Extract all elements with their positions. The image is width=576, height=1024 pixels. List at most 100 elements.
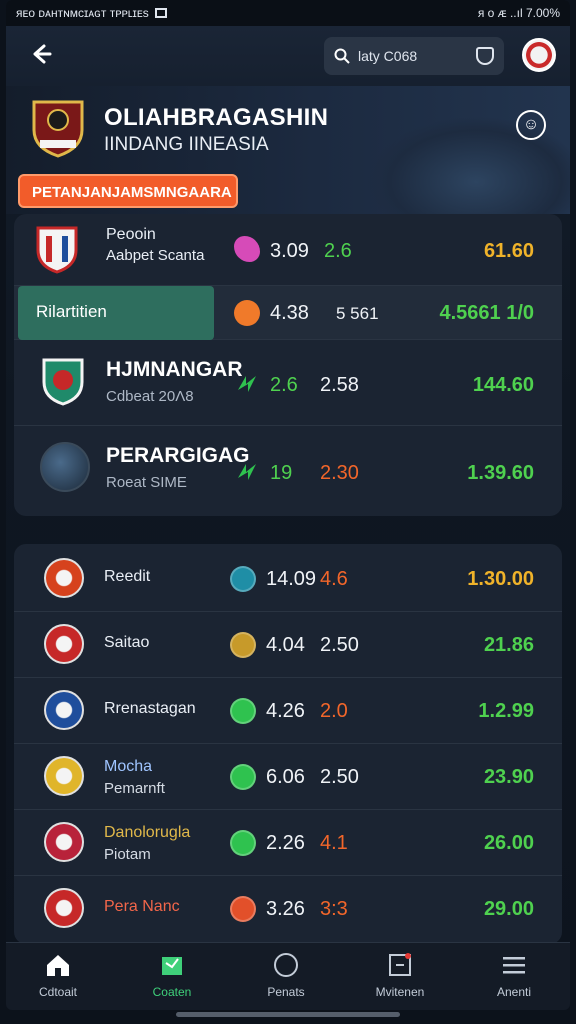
hero-banner: OLIAHBRAGASHIN IINDANG IINEASIA ☺ PETANJ… xyxy=(6,86,570,214)
team-logo-icon xyxy=(44,690,84,730)
hero-title: OLIAHBRAGASHIN xyxy=(104,104,329,131)
odds-change: 2.50 xyxy=(320,634,359,656)
odds-change: 2.50 xyxy=(320,766,359,788)
team-name: Danolorugla xyxy=(104,824,191,841)
odds-value[interactable]: 4.26 xyxy=(266,700,305,723)
odds-value[interactable]: 2.58 xyxy=(320,374,359,397)
total-value: 21.86 xyxy=(483,634,534,656)
status-right-text: ᴙ ᴏ ᴁ ..ıl 7.00% xyxy=(477,6,560,20)
odds-value[interactable]: 14.09 xyxy=(266,568,316,591)
match-list-card: Reedit 14.09 4.6 1.30.00 Saitao 4.04 2.50 21.86… xyxy=(14,544,562,944)
back-arrow-icon[interactable] xyxy=(26,40,54,68)
team-logo-icon xyxy=(44,822,84,862)
shield-icon[interactable] xyxy=(476,47,494,65)
category-icon xyxy=(230,764,256,790)
nav-label: Penats xyxy=(267,985,305,999)
list-item[interactable]: Saitao 4.04 2.50 21.86 xyxy=(14,612,562,678)
category-icon xyxy=(230,566,256,592)
screenshot-icon xyxy=(154,8,167,18)
team-name: Pera Nanc xyxy=(104,898,180,915)
total-value: 29.00 xyxy=(483,898,534,920)
odds-change: 2.6 xyxy=(324,240,352,262)
trend-up-icon xyxy=(238,376,256,392)
nav-item-notice[interactable]: Mvitenen xyxy=(350,951,450,999)
list-item[interactable]: Rrenastagan 4.26 2.0 1.2.99 xyxy=(14,678,562,744)
status-left: ᴙᴇᴏ ᴅᴀʜᴛɴᴍᴄɪᴀɢᴛ ᴛᴘᴘʟɪᴇs xyxy=(16,6,167,20)
category-icon xyxy=(230,830,256,856)
odds-change: 2.6 xyxy=(270,374,298,396)
nav-item-menu[interactable]: Anenti xyxy=(464,951,564,999)
featured-card: Peooin Aabpet Scanta 3.09 2.6 61.60 Rila… xyxy=(14,214,562,516)
trend-up-icon xyxy=(238,464,256,480)
team-logo-icon xyxy=(36,226,78,274)
status-bar: ᴙᴇᴏ ᴅᴀʜᴛɴᴍᴄɪᴀɢᴛ ᴛᴘᴘʟɪᴇs ᴙ ᴏ ᴁ ..ıl 7.00% xyxy=(6,0,570,26)
profile-avatar[interactable] xyxy=(522,38,556,72)
odds-value[interactable]: 4.04 xyxy=(266,634,305,657)
total-value: 4.5661 1/0 xyxy=(439,302,534,324)
team-name: Mocha xyxy=(104,758,153,775)
odds-value[interactable]: 2.30 xyxy=(320,462,359,485)
status-left-text: ᴙᴇᴏ ᴅᴀʜᴛɴᴍᴄɪᴀɢᴛ ᴛᴘᴘʟɪᴇs xyxy=(16,6,149,20)
odds-value[interactable]: 3.09 xyxy=(270,240,309,263)
total-value: 144.60 xyxy=(472,374,534,396)
list-item[interactable]: Danolorugla Piotam 2.26 4.1 26.00 xyxy=(14,810,562,876)
nav-item-card[interactable]: Coaten xyxy=(122,951,222,999)
category-icon xyxy=(234,236,260,262)
total-value: 1.39.60 xyxy=(467,462,534,484)
team-subtitle: Cdbeat 20Ʌ8 xyxy=(106,388,194,405)
odds-value[interactable]: 6.06 xyxy=(266,766,305,789)
list-item[interactable]: PERARGIGAG Roeat SIME 19 2.30 1.39.60 xyxy=(14,426,562,516)
list-item[interactable]: Peooin Aabpet Scanta 3.09 2.6 61.60 xyxy=(14,214,562,286)
odds-value[interactable]: 2.26 xyxy=(266,832,305,855)
team-subtitle: Aabpet Scanta xyxy=(106,247,205,264)
odds-change: 19 xyxy=(270,462,293,484)
total-value: 23.90 xyxy=(483,766,534,788)
highlight-tab[interactable]: Rilartitien xyxy=(18,286,214,340)
team-logo-icon xyxy=(44,558,84,598)
notice-icon xyxy=(389,953,411,976)
bottom-nav: Cdtoait Coaten Penats Mvitenen Anenti xyxy=(6,942,570,1010)
team-name: Peooin xyxy=(106,226,156,243)
app-bar: laty C068 xyxy=(6,26,570,86)
player-avatar xyxy=(40,442,90,492)
list-item[interactable]: Mocha Pemarnft 6.06 2.50 23.90 xyxy=(14,744,562,810)
total-value: 61.60 xyxy=(483,240,534,262)
category-icon xyxy=(234,300,260,326)
team-name: Reedit xyxy=(104,568,151,585)
search-bar[interactable]: laty C068 xyxy=(324,37,504,75)
category-icon xyxy=(230,698,256,724)
odds-value[interactable]: 3.26 xyxy=(266,898,305,921)
team-name: HJMNANGAR xyxy=(106,358,243,381)
team-name: Rrenastagan xyxy=(104,700,196,717)
home-indicator xyxy=(176,1012,400,1017)
list-item[interactable]: Rilartitien 4.38 5 561 4.5661 1/0 xyxy=(14,286,562,340)
team-subtitle: Roeat SIME xyxy=(106,474,187,491)
odds-change: 3:3 xyxy=(320,898,348,920)
team-logo-icon xyxy=(44,756,84,796)
app-frame: ᴙᴇᴏ ᴅᴀʜᴛɴᴍᴄɪᴀɢᴛ ᴛᴘᴘʟɪᴇs ᴙ ᴏ ᴁ ..ıl 7.00%… xyxy=(6,0,570,1010)
smiley-icon[interactable]: ☺ xyxy=(516,110,546,140)
team-name: PERARGIGAG xyxy=(106,444,250,467)
nav-item-circle[interactable]: Penats xyxy=(236,951,336,999)
menu-icon xyxy=(503,957,525,974)
odds-change: 5 561 xyxy=(336,304,379,323)
promo-badge[interactable]: PETANJANJAMSMNGAARA xyxy=(18,174,238,208)
odds-value[interactable]: 4.38 xyxy=(270,302,309,325)
team-name: Saitao xyxy=(104,634,150,651)
search-icon xyxy=(334,48,350,64)
nav-label: Cdtoait xyxy=(38,985,78,999)
team-logo-icon xyxy=(44,624,84,664)
card-icon xyxy=(162,957,182,975)
list-item[interactable]: Reedit 14.09 4.6 1.30.00 xyxy=(14,546,562,612)
highlight-label: Rilartitien xyxy=(36,302,107,321)
odds-change: 4.6 xyxy=(320,568,348,590)
list-item[interactable]: HJMNANGAR Cdbeat 20Ʌ8 2.6 2.58 144.60 xyxy=(14,340,562,426)
list-item[interactable]: Pera Nanc 3.26 3:3 29.00 xyxy=(14,876,562,942)
nav-label: Coaten xyxy=(152,985,192,999)
circle-icon xyxy=(274,953,298,977)
status-right: ᴙ ᴏ ᴁ ..ıl 7.00% xyxy=(478,6,560,20)
home-icon xyxy=(47,955,69,976)
total-value: 26.00 xyxy=(483,832,534,854)
team-subtitle: Pemarnft xyxy=(104,780,165,797)
nav-item-home[interactable]: Cdtoait xyxy=(8,951,108,999)
